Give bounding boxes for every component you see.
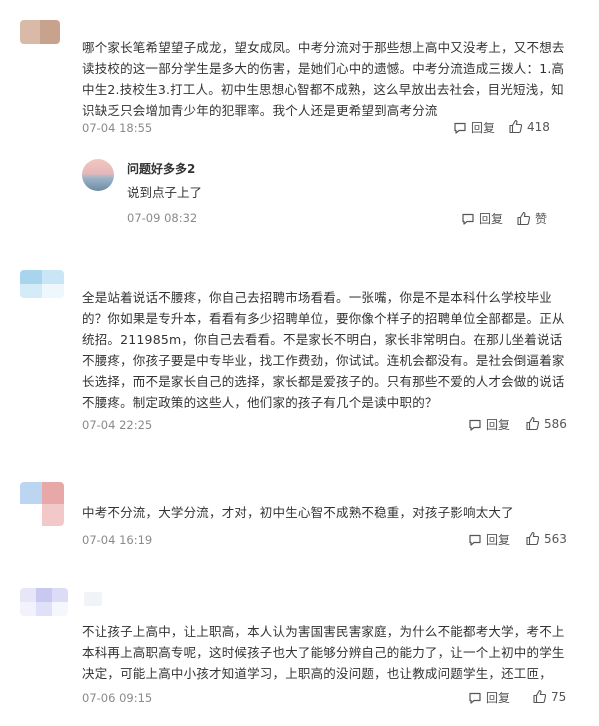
like-button[interactable]: 563 bbox=[525, 531, 567, 546]
reply-icon bbox=[454, 122, 466, 134]
reply-text: 说到点子上了 bbox=[127, 185, 203, 200]
avatar[interactable] bbox=[20, 588, 68, 616]
like-count: 563 bbox=[544, 531, 567, 546]
blurred-username bbox=[84, 592, 102, 606]
reply-date: 07-09 08:32 bbox=[127, 211, 198, 225]
reply-button[interactable]: 回复 bbox=[453, 119, 495, 136]
reply-avatar[interactable] bbox=[82, 159, 114, 191]
reply-label: 回复 bbox=[486, 533, 511, 547]
reply-icon bbox=[469, 534, 481, 546]
reply-button[interactable]: 回复 bbox=[468, 689, 510, 706]
like-count: 586 bbox=[544, 416, 567, 431]
reply-like-button[interactable]: 赞 bbox=[516, 210, 547, 227]
thumbs-up-icon bbox=[533, 689, 547, 704]
reply-label: 回复 bbox=[486, 691, 511, 705]
reply-icon bbox=[462, 213, 474, 225]
like-button[interactable]: 418 bbox=[508, 119, 550, 134]
reply-label: 回复 bbox=[471, 121, 496, 135]
thumbs-up-icon bbox=[526, 416, 540, 431]
like-label: 赞 bbox=[535, 212, 548, 226]
comment-date: 07-04 18:55 bbox=[82, 121, 153, 135]
avatar[interactable] bbox=[20, 270, 64, 298]
like-count: 75 bbox=[551, 689, 567, 704]
comment-text: 全是站着说话不腰疼，你自己去招聘市场看看。一张嘴，你是不是本科什么学校毕业的？你… bbox=[82, 290, 565, 410]
reply-icon bbox=[469, 419, 481, 431]
like-count: 418 bbox=[527, 119, 550, 134]
comment-text: 哪个家长笔希望望子成龙，望女成凤。中考分流对于那些想上高中又没考上，又不想去读技… bbox=[82, 40, 565, 118]
reply-button[interactable]: 回复 bbox=[468, 416, 510, 433]
reply-icon bbox=[469, 692, 481, 704]
comment-date: 07-04 22:25 bbox=[82, 418, 153, 432]
thumbs-up-icon bbox=[509, 119, 523, 134]
like-button[interactable]: 586 bbox=[525, 416, 567, 431]
avatar[interactable] bbox=[20, 482, 64, 526]
reply-button[interactable]: 回复 bbox=[468, 531, 510, 548]
comment-date: 07-06 09:15 bbox=[82, 691, 153, 705]
comment-text: 不让孩子上高中，让上职高，本人认为害国害民害家庭，为什么不能都考大学，考不上本科… bbox=[82, 624, 565, 681]
comment-date: 07-04 16:19 bbox=[82, 533, 153, 547]
like-button[interactable]: 75 bbox=[532, 689, 566, 704]
reply-label: 回复 bbox=[486, 418, 511, 432]
reply-reply-button[interactable]: 回复 bbox=[461, 210, 503, 227]
avatar[interactable] bbox=[20, 20, 60, 44]
comment-text: 中考不分流，大学分流，才对，初中生心智不成熟不稳重，对孩子影响太大了 bbox=[82, 505, 514, 520]
reply-label: 回复 bbox=[479, 212, 504, 226]
thumbs-up-icon bbox=[526, 531, 540, 546]
reply-username[interactable]: 问题好多多2 bbox=[127, 160, 195, 177]
thumbs-up-icon bbox=[517, 211, 531, 226]
